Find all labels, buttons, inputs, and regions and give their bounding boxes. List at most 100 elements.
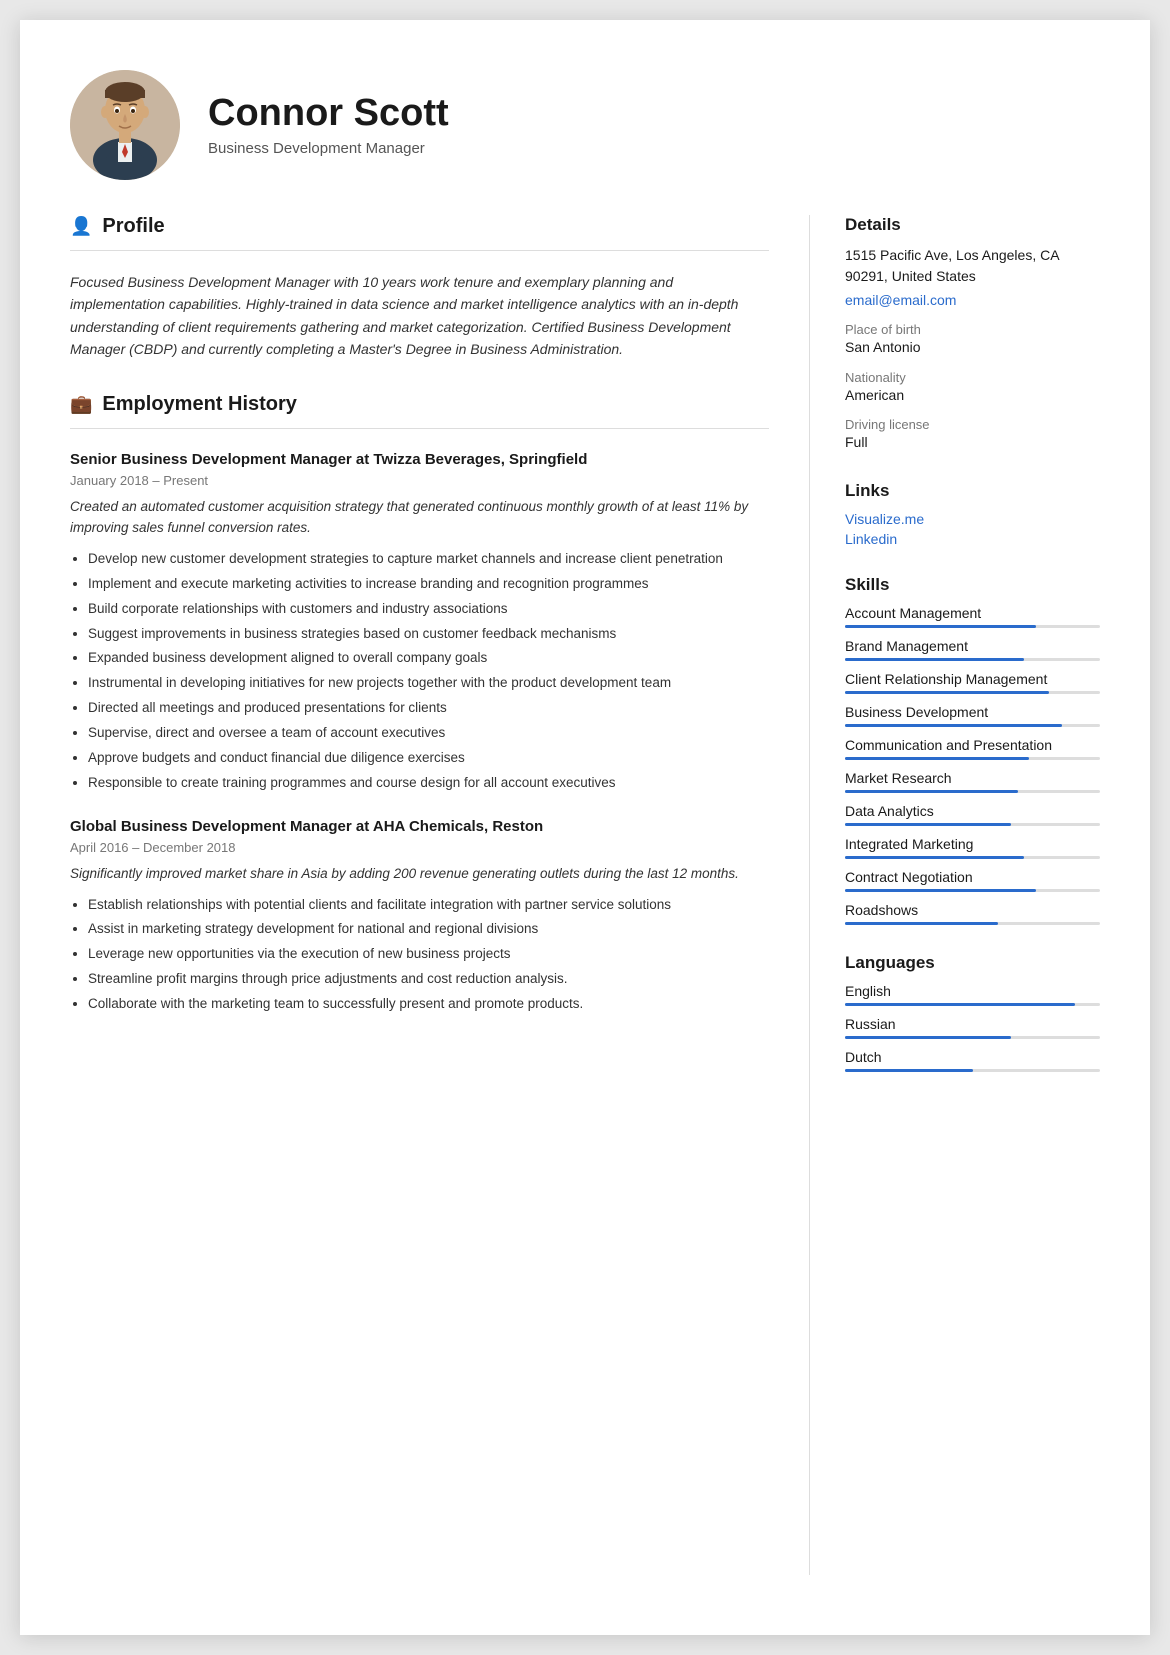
- lang-name: Dutch: [845, 1049, 1100, 1065]
- skills-title: Skills: [845, 575, 1100, 595]
- candidate-job-title: Business Development Manager: [208, 140, 449, 157]
- candidate-name: Connor Scott: [208, 93, 449, 135]
- skill-bar-fill: [845, 658, 1024, 661]
- job-entry-1: Senior Business Development Manager at T…: [70, 449, 769, 794]
- detail-email[interactable]: email@email.com: [845, 292, 1100, 308]
- lang-name: English: [845, 983, 1100, 999]
- header: Connor Scott Business Development Manage…: [70, 70, 1100, 180]
- job-bullets-2: Establish relationships with potential c…: [70, 895, 769, 1016]
- skill-bar-fill: [845, 856, 1024, 859]
- skill-name: Brand Management: [845, 638, 1100, 654]
- bullet-item: Instrumental in developing initiatives f…: [88, 673, 769, 694]
- detail-address: 1515 Pacific Ave, Los Angeles, CA 90291,…: [845, 245, 1100, 287]
- links-section: Links Visualize.me Linkedin: [845, 481, 1100, 547]
- driving-license-label: Driving license: [845, 417, 1100, 432]
- skill-client-relationship: Client Relationship Management: [845, 671, 1100, 694]
- bullet-item: Establish relationships with potential c…: [88, 895, 769, 916]
- employment-section: 💼 Employment History Senior Business Dev…: [70, 393, 769, 1016]
- links-title: Links: [845, 481, 1100, 501]
- avatar: [70, 70, 180, 180]
- details-section: Details 1515 Pacific Ave, Los Angeles, C…: [845, 215, 1100, 453]
- bullet-item: Supervise, direct and oversee a team of …: [88, 723, 769, 744]
- languages-section: Languages English Russian Dutch: [845, 953, 1100, 1072]
- place-of-birth-value: San Antonio: [845, 338, 1100, 358]
- bullet-item: Streamline profit margins through price …: [88, 969, 769, 990]
- skill-name: Contract Negotiation: [845, 869, 1100, 885]
- skill-bar-bg: [845, 823, 1100, 826]
- header-info: Connor Scott Business Development Manage…: [208, 93, 449, 157]
- skill-name: Business Development: [845, 704, 1100, 720]
- left-column: 👤 Profile Focused Business Development M…: [70, 215, 810, 1575]
- skill-market-research: Market Research: [845, 770, 1100, 793]
- skill-bar-fill: [845, 625, 1036, 628]
- skill-bar-fill: [845, 724, 1062, 727]
- skill-integrated-marketing: Integrated Marketing: [845, 836, 1100, 859]
- job-dates-1: January 2018 – Present: [70, 473, 769, 488]
- bullet-item: Assist in marketing strategy development…: [88, 919, 769, 940]
- details-title: Details: [845, 215, 1100, 235]
- skill-account-management: Account Management: [845, 605, 1100, 628]
- skill-bar-bg: [845, 889, 1100, 892]
- place-of-birth-label: Place of birth: [845, 322, 1100, 337]
- skill-name: Client Relationship Management: [845, 671, 1100, 687]
- employment-section-title: 💼 Employment History: [70, 393, 769, 416]
- skill-bar-fill: [845, 757, 1029, 760]
- lang-bar-fill: [845, 1036, 1011, 1039]
- skill-data-analytics: Data Analytics: [845, 803, 1100, 826]
- skill-bar-bg: [845, 724, 1100, 727]
- skill-name: Communication and Presentation: [845, 737, 1100, 753]
- link-visualize[interactable]: Visualize.me: [845, 511, 1100, 527]
- skill-bar-fill: [845, 922, 998, 925]
- skill-name: Roadshows: [845, 902, 1100, 918]
- skill-bar-fill: [845, 790, 1018, 793]
- bullet-item: Suggest improvements in business strateg…: [88, 624, 769, 645]
- skill-name: Data Analytics: [845, 803, 1100, 819]
- employment-icon: 💼: [70, 394, 92, 415]
- skill-roadshows: Roadshows: [845, 902, 1100, 925]
- nationality-label: Nationality: [845, 370, 1100, 385]
- lang-dutch: Dutch: [845, 1049, 1100, 1072]
- skill-bar-bg: [845, 856, 1100, 859]
- skill-name: Integrated Marketing: [845, 836, 1100, 852]
- skill-bar-bg: [845, 757, 1100, 760]
- job-entry-2: Global Business Development Manager at A…: [70, 816, 769, 1015]
- lang-bar-fill: [845, 1069, 973, 1072]
- lang-bar-fill: [845, 1003, 1075, 1006]
- job-summary-1: Created an automated customer acquisitio…: [70, 496, 769, 539]
- lang-bar-bg: [845, 1036, 1100, 1039]
- bullet-item: Directed all meetings and produced prese…: [88, 698, 769, 719]
- skill-bar-bg: [845, 922, 1100, 925]
- skill-contract-negotiation: Contract Negotiation: [845, 869, 1100, 892]
- job-bullets-1: Develop new customer development strateg…: [70, 549, 769, 794]
- bullet-item: Expanded business development aligned to…: [88, 648, 769, 669]
- main-layout: 👤 Profile Focused Business Development M…: [70, 215, 1100, 1575]
- profile-icon: 👤: [70, 216, 92, 237]
- job-title-1: Senior Business Development Manager at T…: [70, 449, 769, 470]
- bullet-item: Build corporate relationships with custo…: [88, 599, 769, 620]
- lang-russian: Russian: [845, 1016, 1100, 1039]
- employment-divider: [70, 428, 769, 429]
- lang-bar-bg: [845, 1003, 1100, 1006]
- bullet-item: Collaborate with the marketing team to s…: [88, 994, 769, 1015]
- bullet-item: Responsible to create training programme…: [88, 773, 769, 794]
- skill-bar-fill: [845, 823, 1011, 826]
- nationality-value: American: [845, 386, 1100, 406]
- profile-divider: [70, 250, 769, 251]
- skill-name: Account Management: [845, 605, 1100, 621]
- lang-english: English: [845, 983, 1100, 1006]
- lang-bar-bg: [845, 1069, 1100, 1072]
- skill-communication: Communication and Presentation: [845, 737, 1100, 760]
- skill-bar-bg: [845, 625, 1100, 628]
- skill-bar-bg: [845, 790, 1100, 793]
- bullet-item: Implement and execute marketing activiti…: [88, 574, 769, 595]
- skill-bar-bg: [845, 658, 1100, 661]
- link-linkedin[interactable]: Linkedin: [845, 531, 1100, 547]
- bullet-item: Develop new customer development strateg…: [88, 549, 769, 570]
- skill-bar-fill: [845, 889, 1036, 892]
- profile-section-title: 👤 Profile: [70, 215, 769, 238]
- skill-bar-bg: [845, 691, 1100, 694]
- skills-section: Skills Account Management Brand Manageme…: [845, 575, 1100, 925]
- job-dates-2: April 2016 – December 2018: [70, 840, 769, 855]
- skill-name: Market Research: [845, 770, 1100, 786]
- skill-brand-management: Brand Management: [845, 638, 1100, 661]
